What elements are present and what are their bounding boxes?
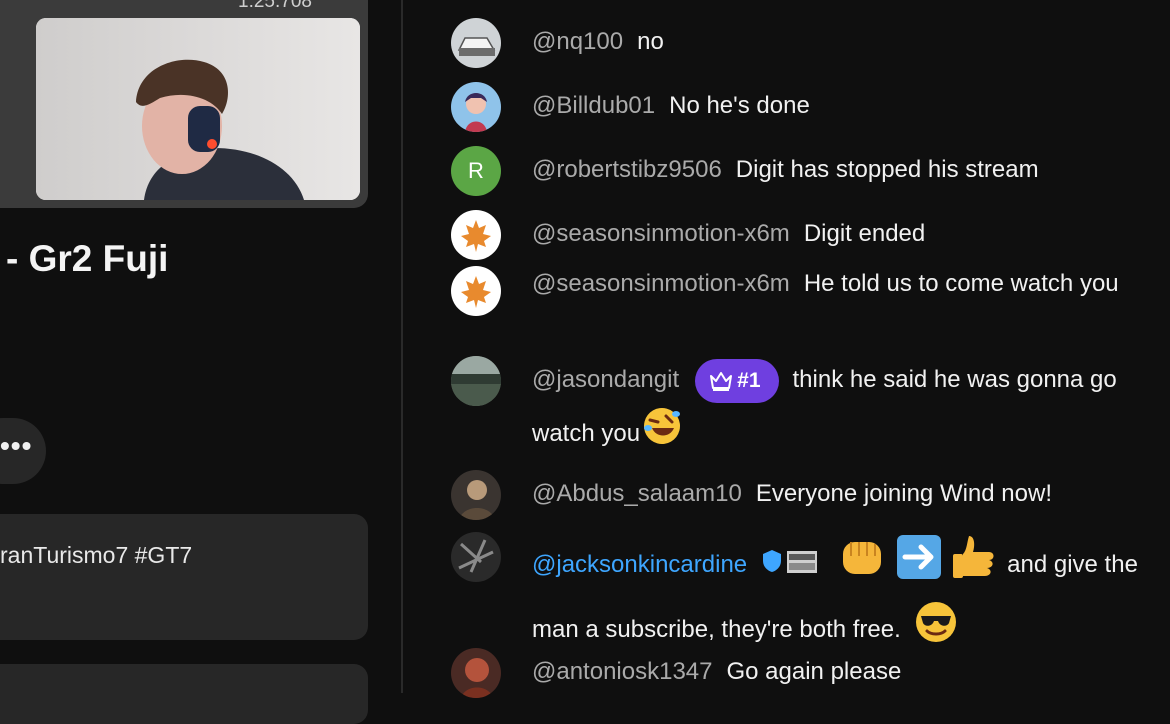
punch-emoji (837, 534, 887, 597)
video-player[interactable]: 1:25.708 (0, 0, 368, 208)
thumbs-up-emoji (949, 532, 997, 599)
chat-author[interactable]: @Billdub01 (532, 92, 655, 119)
chat-author[interactable]: @seasonsinmotion-x6m (532, 270, 790, 297)
anime-avatar[interactable] (451, 82, 501, 132)
chat-author[interactable]: @Abdus_salaam10 (532, 480, 742, 507)
dark-photo-avatar[interactable] (451, 532, 501, 582)
video-title: - Gr2 Fuji (6, 238, 169, 279)
maple-leaf-avatar[interactable] (451, 210, 501, 260)
chat-text: No he's done (669, 92, 810, 119)
chat-author[interactable]: @nq100 (532, 28, 623, 55)
chat-author[interactable]: @jasondangit (532, 366, 679, 393)
red-photo-avatar[interactable] (451, 648, 501, 698)
rolling-on-floor-laughing-emoji (640, 404, 684, 465)
chat-text: He told us to come watch you (803, 270, 1119, 297)
chat-author[interactable]: @seasonsinmotion-x6m (532, 220, 790, 247)
chat-text: Digit has stopped his stream (735, 156, 1039, 183)
more-actions-button[interactable]: ••• (0, 418, 46, 484)
chat-text: no (637, 28, 664, 55)
chat-text: Go again please (726, 658, 902, 685)
chat-author[interactable]: @jacksonkincardine (532, 551, 747, 578)
chat-author[interactable]: @antoniosk1347 (532, 658, 713, 685)
crown-icon (710, 371, 733, 391)
more-icon: ••• (0, 430, 33, 461)
pane-divider (401, 0, 403, 693)
verified-shield-icon (761, 542, 783, 590)
right-arrow-emoji (895, 533, 943, 598)
landscape-avatar[interactable] (451, 356, 501, 406)
top-chatter-badge: #1 (695, 358, 779, 403)
avatar-letter: R (468, 158, 484, 183)
chat-text: Digit ended (803, 220, 926, 247)
letter-avatar[interactable]: R (451, 146, 501, 196)
video-pane: 1:25.708 - Gr2 Fuji ••• ranTurismo7 #GT7 (0, 0, 400, 724)
live-chat: @nq100 no @Billdub01 No he's done R @rober… (404, 0, 1170, 698)
member-badge-icon (787, 542, 818, 590)
chat-author[interactable]: @robertstibz9506 (532, 156, 722, 183)
description-box[interactable]: ranTurismo7 #GT7 (0, 514, 368, 640)
lap-timer: 1:25.708 (238, 0, 312, 12)
rank-label: #1 (737, 368, 761, 392)
maple-leaf-avatar[interactable] (451, 266, 501, 316)
webcam-overlay (36, 18, 360, 200)
secondary-panel (0, 664, 368, 724)
description-hashtags[interactable]: ranTurismo7 #GT7 (0, 542, 192, 569)
car-avatar[interactable] (451, 18, 501, 68)
webcam-person-image (36, 18, 360, 200)
chat-text: Everyone joining Wind now! (755, 480, 1052, 507)
photo-avatar[interactable] (451, 470, 501, 520)
